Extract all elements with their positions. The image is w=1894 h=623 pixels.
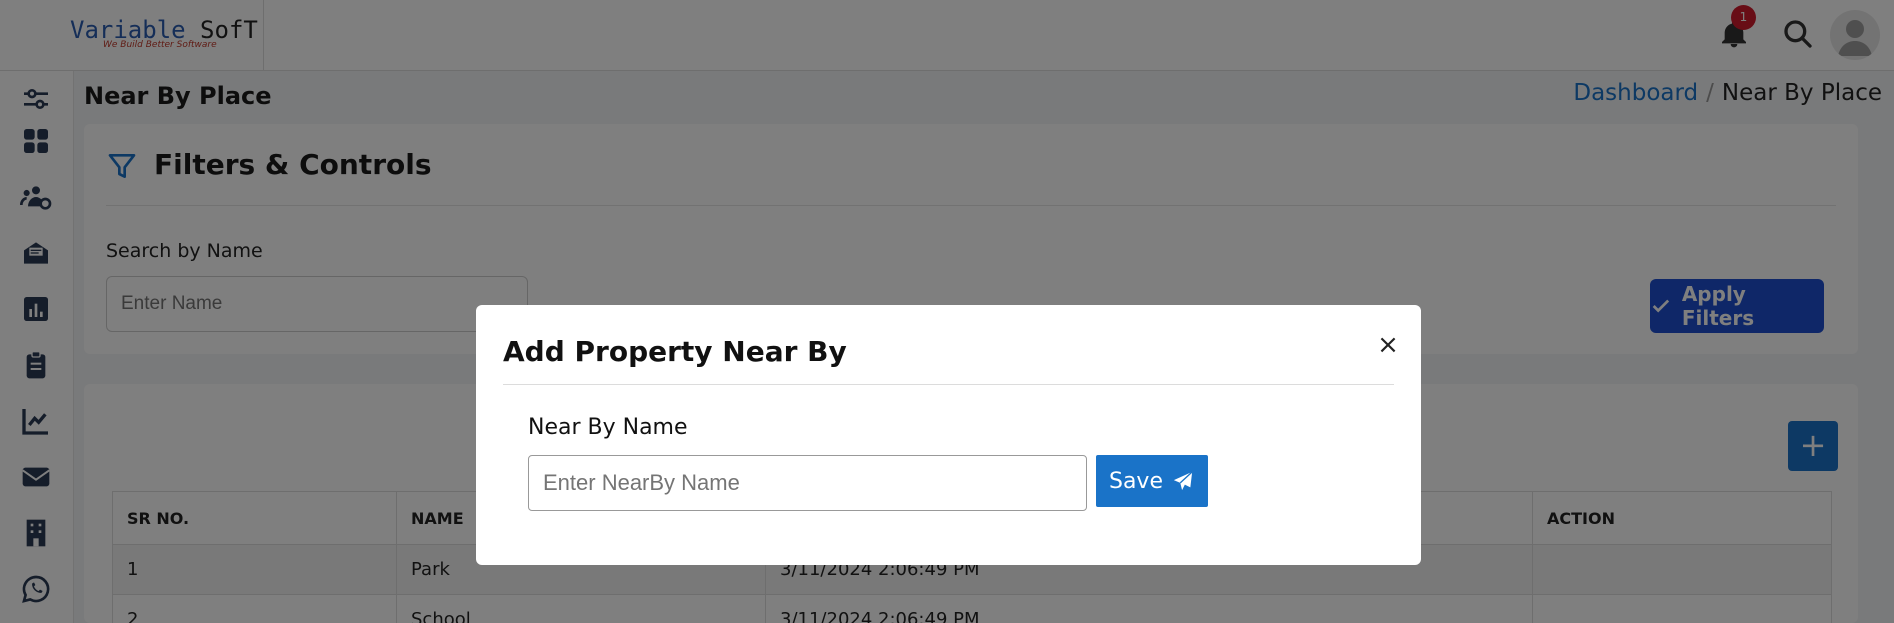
modal-title: Add Property Near By xyxy=(503,335,847,368)
near-by-name-label: Near By Name xyxy=(528,415,688,440)
add-property-modal: Add Property Near By × Near By Name Save xyxy=(476,305,1421,565)
save-button[interactable]: Save xyxy=(1096,455,1208,507)
modal-divider xyxy=(503,384,1394,385)
paper-plane-icon xyxy=(1173,471,1193,491)
near-by-name-input[interactable] xyxy=(528,455,1087,511)
close-icon[interactable]: × xyxy=(1376,332,1400,358)
save-label: Save xyxy=(1108,468,1163,494)
